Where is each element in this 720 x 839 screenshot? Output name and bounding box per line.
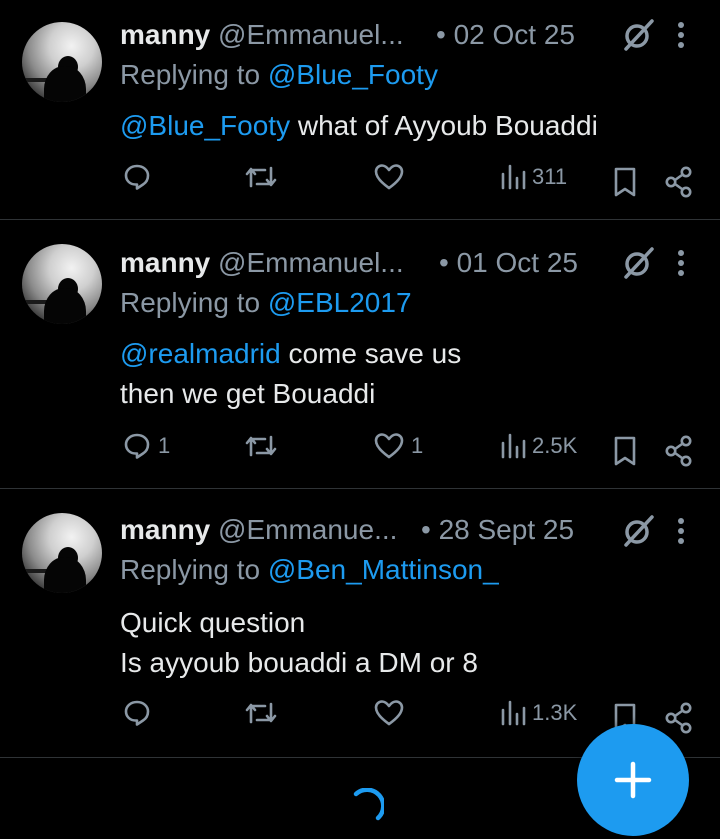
heart-icon xyxy=(374,433,404,459)
author-name[interactable]: manny xyxy=(120,514,210,545)
tweet-text-line: Is ayyoub bouaddi a DM or 8 xyxy=(120,647,478,678)
action-bar: 1 1 2.5K xyxy=(0,431,720,471)
tweet-date[interactable]: • 01 Oct 25 xyxy=(439,246,578,280)
share-icon[interactable] xyxy=(664,166,694,198)
tweet[interactable]: manny @Emmanuel... • 01 Oct 25 Replying … xyxy=(0,220,720,489)
views-icon xyxy=(501,700,526,726)
tweet[interactable]: manny @Emmanuel... • 02 Oct 25 Replying … xyxy=(0,0,720,220)
author-name[interactable]: manny xyxy=(120,19,210,50)
share-icon[interactable] xyxy=(664,702,694,734)
view-count: 311 xyxy=(532,164,568,189)
retweet-button[interactable] xyxy=(243,698,279,728)
retweet-icon xyxy=(245,166,277,188)
tweet[interactable]: manny @Emmanue... • 28 Sept 25 Replying … xyxy=(0,489,720,758)
replying-to-link[interactable]: @Ben_Mattinson_ xyxy=(268,554,499,585)
author-handle[interactable]: @Emmanue... xyxy=(218,514,397,545)
replying-to: Replying to @EBL2017 xyxy=(120,286,412,320)
view-count: 1.3K xyxy=(532,700,578,725)
bookmark-icon[interactable] xyxy=(612,166,638,198)
mention-link[interactable]: @realmadrid xyxy=(120,338,281,369)
replying-to: Replying to @Blue_Footy xyxy=(120,58,438,92)
author-handle[interactable]: @Emmanuel... xyxy=(218,247,404,278)
plus-icon xyxy=(614,761,652,799)
replying-to-label: Replying to xyxy=(120,287,268,318)
tweet-header: manny @Emmanuel... xyxy=(120,246,404,280)
grok-icon[interactable] xyxy=(620,245,656,281)
more-icon[interactable] xyxy=(675,516,687,546)
reply-icon xyxy=(124,700,150,726)
views-icon xyxy=(501,433,526,459)
reply-icon xyxy=(124,433,150,459)
grok-icon[interactable] xyxy=(620,513,656,549)
tweet-text: @realmadrid come save us then we get Bou… xyxy=(120,334,461,414)
grok-icon[interactable] xyxy=(620,17,656,53)
tweet-text-line: then we get Bouaddi xyxy=(120,378,376,409)
heart-icon xyxy=(374,700,404,726)
share-icon[interactable] xyxy=(664,435,694,467)
tweet-text: Quick question Is ayyoub bouaddi a DM or… xyxy=(120,603,478,683)
tweet-text-line: Quick question xyxy=(120,607,306,638)
mention-link[interactable]: @Blue_Footy xyxy=(120,110,290,141)
view-count: 2.5K xyxy=(532,433,578,458)
replying-to: Replying to @Ben_Mattinson_ xyxy=(120,553,499,587)
tweet-date[interactable]: • 28 Sept 25 xyxy=(421,513,574,547)
tweet-header: manny @Emmanue... xyxy=(120,513,397,547)
views-button[interactable]: 311 xyxy=(500,162,567,192)
more-icon[interactable] xyxy=(675,20,687,50)
replying-to-label: Replying to xyxy=(120,554,268,585)
avatar[interactable] xyxy=(22,22,102,102)
reply-count: 1 xyxy=(158,433,171,458)
retweet-button[interactable] xyxy=(243,431,279,461)
reply-button[interactable] xyxy=(122,698,158,728)
tweet-text-line: what of Ayyoub Bouaddi xyxy=(290,110,598,141)
tweet-text: @Blue_Footy what of Ayyoub Bouaddi xyxy=(120,106,598,146)
retweet-button[interactable] xyxy=(243,162,279,192)
bookmark-icon[interactable] xyxy=(612,435,638,467)
like-button[interactable] xyxy=(373,698,411,728)
tweet-text-line: come save us xyxy=(280,338,462,369)
avatar[interactable] xyxy=(22,244,102,324)
views-icon xyxy=(501,164,526,190)
like-button[interactable] xyxy=(373,162,411,192)
like-button[interactable]: 1 xyxy=(373,431,423,461)
heart-icon xyxy=(374,164,404,190)
like-count: 1 xyxy=(411,433,424,458)
replying-to-link[interactable]: @EBL2017 xyxy=(268,287,412,318)
author-name[interactable]: manny xyxy=(120,247,210,278)
replying-to-label: Replying to xyxy=(120,59,268,90)
views-button[interactable]: 1.3K xyxy=(500,698,577,728)
reply-button[interactable] xyxy=(122,162,158,192)
views-button[interactable]: 2.5K xyxy=(500,431,577,461)
spinner-icon xyxy=(353,788,384,821)
retweet-icon xyxy=(245,435,277,457)
compose-button[interactable] xyxy=(577,724,689,836)
reply-button[interactable]: 1 xyxy=(122,431,170,461)
tweet-date[interactable]: • 02 Oct 25 xyxy=(436,18,575,52)
avatar[interactable] xyxy=(22,513,102,593)
more-icon[interactable] xyxy=(675,248,687,278)
action-bar: 311 xyxy=(0,162,720,202)
tweet-header: manny @Emmanuel... xyxy=(120,18,404,52)
reply-icon xyxy=(124,164,150,190)
replying-to-link[interactable]: @Blue_Footy xyxy=(268,59,438,90)
retweet-icon xyxy=(245,702,277,724)
author-handle[interactable]: @Emmanuel... xyxy=(218,19,404,50)
